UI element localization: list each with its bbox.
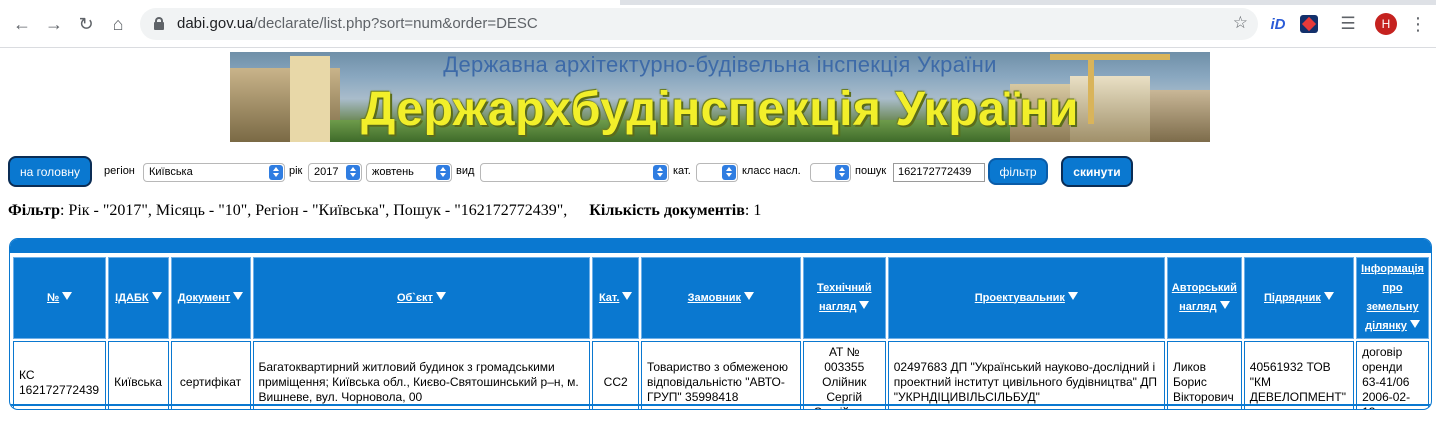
cell-object: Багатоквартирний житловий будинок з гром… bbox=[252, 341, 591, 409]
column-header-idabk[interactable]: ІДАБК bbox=[108, 257, 169, 339]
column-header-document[interactable]: Документ bbox=[170, 257, 251, 339]
summary-filter-label: Фільтр bbox=[8, 202, 60, 219]
cell-category: СС2 bbox=[592, 341, 639, 409]
filter-button[interactable]: фільтр bbox=[988, 158, 1048, 185]
header-label[interactable]: Кат. bbox=[599, 292, 619, 304]
tab-strip bbox=[0, 0, 1436, 5]
category-label: кат. bbox=[673, 165, 691, 177]
cell-land-info: договір оренди 63-41/06 2006-02-13 bbox=[1356, 341, 1429, 409]
bookmark-star-icon[interactable]: ☆ bbox=[1233, 13, 1248, 33]
browser-toolbar: ← → ↻ ⌂ dabi.gov.ua/declarate/list.php?s… bbox=[0, 0, 1436, 48]
forward-arrow-icon[interactable]: → bbox=[42, 12, 66, 36]
sort-arrow-icon[interactable] bbox=[1323, 291, 1334, 300]
header-label[interactable]: Об`єкт bbox=[397, 292, 433, 304]
lock-icon[interactable] bbox=[154, 17, 164, 30]
region-label: регіон bbox=[104, 165, 135, 177]
results-table-container: № ІДАБК Документ Об`єкт Кат. Замовник Те… bbox=[9, 238, 1432, 410]
column-header-customer[interactable]: Замовник bbox=[640, 257, 801, 339]
header-label[interactable]: Документ bbox=[178, 292, 230, 304]
site-banner: Державна архітектурно-будівельна інспекц… bbox=[230, 52, 1210, 142]
year-label: рік bbox=[289, 165, 303, 177]
column-header-category[interactable]: Кат. bbox=[592, 257, 639, 339]
sort-arrow-icon[interactable] bbox=[151, 291, 162, 300]
year-select-value: 2017 bbox=[314, 166, 339, 178]
url-host: dabi.gov.ua bbox=[177, 15, 254, 32]
sort-arrow-icon[interactable] bbox=[1067, 291, 1078, 300]
column-header-author-supervision[interactable]: Авторський нагляд bbox=[1166, 257, 1242, 339]
cell-tech-supervision: АТ № 003355 Олійник Сергій Сергійович bbox=[802, 341, 886, 409]
extension-graduation-cap-icon[interactable]: ☰ bbox=[1337, 13, 1359, 35]
column-header-num[interactable]: № bbox=[13, 257, 107, 339]
select-arrows-icon bbox=[653, 165, 667, 180]
reset-button[interactable]: скинути bbox=[1061, 156, 1133, 187]
sort-arrow-icon[interactable] bbox=[744, 291, 755, 300]
column-header-designer[interactable]: Проектувальник bbox=[887, 257, 1165, 339]
banner-title: Держархбудінспекція України bbox=[361, 83, 1079, 136]
table-bottom-bar bbox=[10, 404, 1431, 406]
home-icon[interactable]: ⌂ bbox=[106, 12, 130, 36]
summary-count-label: Кількість документів bbox=[589, 202, 745, 219]
month-select[interactable]: жовтень bbox=[366, 163, 452, 182]
profile-avatar[interactable]: H bbox=[1375, 13, 1397, 35]
select-arrows-icon bbox=[269, 165, 283, 180]
cell-num: КС 162172772439 bbox=[13, 341, 107, 409]
year-select[interactable]: 2017 bbox=[308, 163, 362, 182]
cell-designer: 02497683 ДП "Український науково-дослідн… bbox=[887, 341, 1165, 409]
month-select-value: жовтень bbox=[372, 166, 414, 178]
cell-customer: Товариство з обмеженою відповідальністю … bbox=[640, 341, 801, 409]
type-select[interactable] bbox=[480, 163, 669, 182]
sort-arrow-icon[interactable] bbox=[1409, 320, 1420, 328]
cell-contractor: 40561932 ТОВ "КМ ДЕВЕЛОПМЕНТ" bbox=[1243, 341, 1355, 409]
url-text[interactable]: dabi.gov.ua/declarate/list.php?sort=num&… bbox=[177, 15, 538, 32]
header-label[interactable]: Проектувальник bbox=[975, 292, 1065, 304]
column-header-object[interactable]: Об`єкт bbox=[252, 257, 591, 339]
region-select-value: Київська bbox=[149, 166, 193, 178]
header-label[interactable]: Підрядник bbox=[1264, 292, 1321, 304]
summary-count-value: : 1 bbox=[744, 202, 762, 219]
search-label: пошук bbox=[855, 165, 887, 177]
sort-arrow-icon[interactable] bbox=[435, 291, 446, 300]
search-input[interactable]: 162172772439 bbox=[893, 163, 985, 182]
table-top-bar bbox=[10, 239, 1431, 253]
extension-id-icon[interactable]: iD bbox=[1268, 13, 1288, 35]
sort-arrow-icon[interactable] bbox=[1219, 301, 1230, 309]
select-arrows-icon bbox=[722, 165, 736, 180]
back-arrow-icon[interactable]: ← bbox=[10, 12, 34, 36]
header-label[interactable]: № bbox=[47, 292, 59, 304]
table-header-row: № ІДАБК Документ Об`єкт Кат. Замовник Те… bbox=[13, 257, 1429, 339]
select-arrows-icon bbox=[436, 165, 450, 180]
results-table: № ІДАБК Документ Об`єкт Кат. Замовник Те… bbox=[11, 255, 1431, 409]
summary-filter-text: : Рік - "2017", Місяць - "10", Регіон - … bbox=[59, 202, 568, 219]
select-arrows-icon bbox=[346, 165, 360, 180]
filter-summary: Фільтр: Рік - "2017", Місяць - "10", Рег… bbox=[8, 202, 761, 220]
column-header-land-info[interactable]: Інформація про земельну ділянку bbox=[1356, 257, 1429, 339]
table-row: КС 162172772439 Київська сертифікат Бага… bbox=[13, 341, 1429, 409]
select-arrows-icon bbox=[835, 165, 849, 180]
banner-subtitle: Державна архітектурно-будівельна інспекц… bbox=[443, 52, 997, 77]
url-path: /declarate/list.php?sort=num&order=DESC bbox=[253, 15, 538, 32]
extension-shield-icon[interactable] bbox=[1300, 15, 1318, 33]
cell-author-supervision: Ликов Борис Вікторович bbox=[1166, 341, 1242, 409]
active-tab[interactable] bbox=[0, 0, 620, 5]
type-label: вид bbox=[456, 165, 475, 177]
browser-menu-icon[interactable]: ⋮ bbox=[1409, 13, 1427, 35]
region-select[interactable]: Київська bbox=[143, 163, 285, 182]
home-button[interactable]: на головну bbox=[8, 156, 92, 187]
address-bar[interactable]: dabi.gov.ua/declarate/list.php?sort=num&… bbox=[140, 8, 1258, 40]
class-select[interactable] bbox=[810, 163, 851, 182]
column-header-tech-supervision[interactable]: Технічний нагляд bbox=[802, 257, 886, 339]
sort-arrow-icon[interactable] bbox=[622, 291, 633, 300]
sort-arrow-icon[interactable] bbox=[859, 301, 870, 309]
header-label[interactable]: Замовник bbox=[688, 292, 741, 304]
sort-arrow-icon[interactable] bbox=[62, 291, 73, 300]
cell-idabk: Київська bbox=[108, 341, 169, 409]
header-label[interactable]: ІДАБК bbox=[115, 292, 148, 304]
column-header-contractor[interactable]: Підрядник bbox=[1243, 257, 1355, 339]
category-select[interactable] bbox=[696, 163, 738, 182]
cell-document: сертифікат bbox=[170, 341, 251, 409]
reload-icon[interactable]: ↻ bbox=[74, 12, 98, 36]
sort-arrow-icon[interactable] bbox=[233, 291, 244, 300]
class-label: класс насл. bbox=[742, 165, 801, 177]
